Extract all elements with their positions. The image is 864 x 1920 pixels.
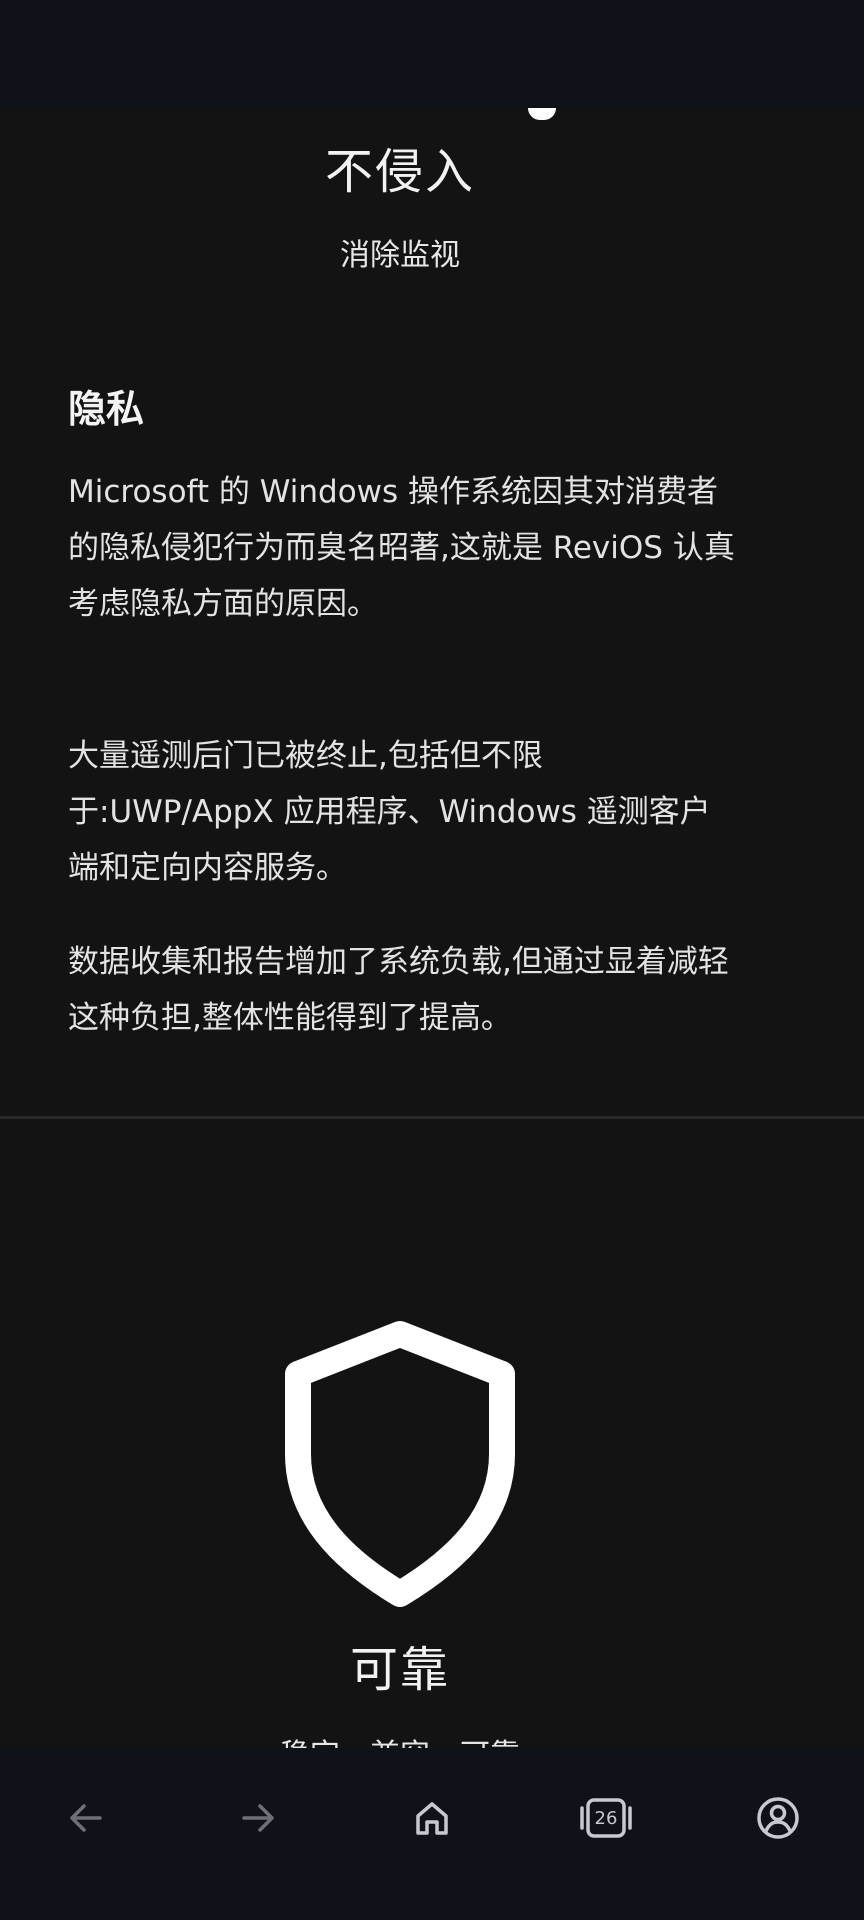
home-button[interactable] xyxy=(400,1786,464,1850)
privacy-paragraph: 大量遥测后门已被终止,包括但不限于:UWP/AppX 应用程序、Windows … xyxy=(68,738,711,886)
forward-button[interactable] xyxy=(226,1786,290,1850)
back-arrow-icon xyxy=(70,1804,102,1832)
section-divider xyxy=(0,1116,864,1119)
shield-icon xyxy=(280,1318,520,1608)
status-bar xyxy=(0,0,864,108)
account-button[interactable] xyxy=(746,1786,810,1850)
browser-page: 不侵入 消除监视 隐私 Microsoft 的 Windows 操作系统因其对消… xyxy=(0,0,864,1920)
forward-arrow-icon xyxy=(242,1804,274,1832)
web-content[interactable]: 不侵入 消除监视 隐私 Microsoft 的 Windows 操作系统因其对消… xyxy=(0,108,864,1748)
home-icon xyxy=(416,1802,448,1835)
back-button[interactable] xyxy=(54,1786,118,1850)
privacy-paragraph: Microsoft 的 Windows 操作系统因其对消费者的隐私侵犯行为而臭名… xyxy=(68,474,735,622)
privacy-heading: 隐私 xyxy=(68,387,145,431)
tabs-button[interactable]: 26 xyxy=(574,1786,638,1850)
hero-title: 不侵入 xyxy=(324,144,475,200)
hero-subtitle: 消除监视 xyxy=(340,238,460,273)
carousel-dot-icon xyxy=(528,108,556,120)
account-icon xyxy=(757,1797,799,1839)
tabs-count: 26 xyxy=(594,1807,618,1829)
reliable-subtitle: 稳定、兼容、可靠 xyxy=(0,1730,800,1748)
browser-bottom-nav: 26 xyxy=(0,1748,864,1920)
privacy-paragraph: 数据收集和报告增加了系统负载,但通过显着减轻这种负担,整体性能得到了提高。 xyxy=(68,944,729,1036)
reliable-title: 可靠 xyxy=(349,1642,450,1698)
